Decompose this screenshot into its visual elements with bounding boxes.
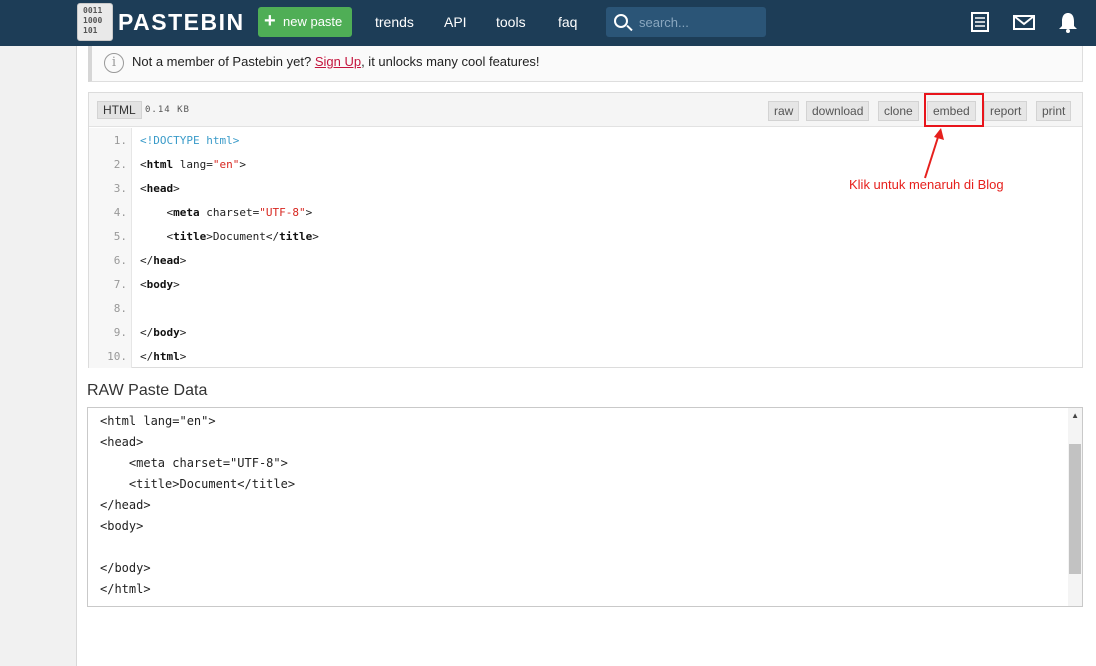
language-badge[interactable]: HTML <box>97 101 142 119</box>
notice-message: Not a member of Pastebin yet? Sign Up, i… <box>132 54 540 69</box>
mail-icon[interactable] <box>1013 11 1035 33</box>
line-number: 4. <box>114 206 127 219</box>
logo-text[interactable]: PASTEBIN <box>118 9 245 36</box>
paste-toolbar: HTML 0.14 KB raw download clone embed re… <box>89 93 1082 127</box>
code-line: </html> <box>140 350 186 363</box>
line-number-gutter: 1. 2. 3. 4. 5. 6. 7. 8. 9. 10. <box>89 128 132 368</box>
new-paste-label: new paste <box>283 14 342 29</box>
page-content: i Not a member of Pastebin yet? Sign Up,… <box>76 46 1096 666</box>
code-line: </head> <box>140 254 186 267</box>
line-number: 1. <box>114 134 127 147</box>
bell-icon[interactable] <box>1057 11 1079 33</box>
info-icon: i <box>104 53 124 73</box>
line-number: 7. <box>114 278 127 291</box>
logo-digits-2: 1000 <box>83 16 102 25</box>
scrollbar[interactable]: ▲ <box>1068 408 1082 606</box>
print-button[interactable]: print <box>1036 101 1071 121</box>
search-input[interactable] <box>639 13 759 31</box>
clone-button[interactable]: clone <box>878 101 919 121</box>
signup-notice: i Not a member of Pastebin yet? Sign Up,… <box>88 46 1083 82</box>
raw-line: <body> <box>100 519 143 533</box>
raw-line: </head> <box>100 498 151 512</box>
line-number: 5. <box>114 230 127 243</box>
line-number: 8. <box>114 302 127 315</box>
download-button[interactable]: download <box>806 101 869 121</box>
scroll-up-arrow-icon[interactable]: ▲ <box>1071 411 1079 420</box>
line-number: 3. <box>114 182 127 195</box>
raw-line: <meta charset="UTF-8"> <box>100 456 288 470</box>
notice-text: Not a member of Pastebin yet? <box>132 54 311 69</box>
code-line: <body> <box>140 278 180 291</box>
code-line: <title>Document</title> <box>140 230 319 243</box>
notice-text-after: , it unlocks many cool features! <box>361 54 539 69</box>
signup-link[interactable]: Sign Up <box>315 54 361 69</box>
raw-line: <head> <box>100 435 143 449</box>
raw-button[interactable]: raw <box>768 101 799 121</box>
search-icon <box>614 14 628 28</box>
logo-digits-1: 0011 <box>83 6 102 15</box>
nav-trends[interactable]: trends <box>375 14 414 30</box>
raw-line: <html lang="en"> <box>100 414 216 428</box>
nav-tools[interactable]: tools <box>496 14 526 30</box>
scrollbar-thumb[interactable] <box>1069 444 1081 574</box>
code-line: <!DOCTYPE html> <box>140 134 239 147</box>
pastebin-logo-icon[interactable]: 0011 1000 101 <box>77 3 113 41</box>
line-number: 6. <box>114 254 127 267</box>
nav-api[interactable]: API <box>444 14 467 30</box>
new-paste-button[interactable]: + new paste <box>258 7 352 37</box>
code-line: <html lang="en"> <box>140 158 246 171</box>
embed-highlight-box <box>924 93 984 127</box>
raw-paste-textarea[interactable]: <html lang="en"> <head> <meta charset="U… <box>87 407 1083 607</box>
code-line: <head> <box>140 182 180 195</box>
code-line: <meta charset="UTF-8"> <box>140 206 312 219</box>
annotation-text: Klik untuk menaruh di Blog <box>849 177 1004 192</box>
raw-line: </body> <box>100 561 151 575</box>
line-number: 10. <box>107 350 127 363</box>
logo-digits-3: 101 <box>83 26 97 35</box>
raw-line: </html> <box>100 582 151 596</box>
top-navbar: 0011 1000 101 PASTEBIN + new paste trend… <box>0 0 1096 46</box>
list-icon[interactable] <box>969 11 991 33</box>
line-number: 2. <box>114 158 127 171</box>
nav-faq[interactable]: faq <box>558 14 577 30</box>
report-button[interactable]: report <box>984 101 1027 121</box>
raw-line: <title>Document</title> <box>100 477 295 491</box>
search-box[interactable] <box>606 7 766 37</box>
raw-paste-title: RAW Paste Data <box>87 382 207 400</box>
plus-icon: + <box>264 7 276 36</box>
line-number: 9. <box>114 326 127 339</box>
code-line: </body> <box>140 326 186 339</box>
annotation-arrow-icon <box>917 126 947 182</box>
paste-size: 0.14 KB <box>145 105 190 115</box>
